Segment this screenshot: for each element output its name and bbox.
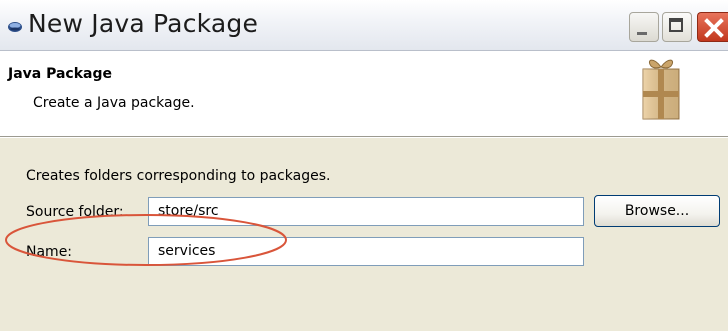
- source-folder-input[interactable]: store/src: [148, 197, 584, 226]
- name-input[interactable]: services: [148, 237, 584, 266]
- close-icon: [704, 18, 724, 38]
- banner-title: Java Package: [8, 66, 113, 82]
- window-title: New Java Package: [28, 9, 259, 38]
- title-bar[interactable]: New Java Package: [0, 0, 728, 51]
- minimize-icon: [637, 32, 647, 35]
- banner-description: Create a Java package.: [33, 95, 195, 111]
- java-package-icon: [8, 22, 22, 32]
- name-label: Name:: [26, 244, 73, 260]
- form-body: Creates folders corresponding to package…: [0, 137, 728, 331]
- browse-button[interactable]: Browse...: [594, 195, 720, 227]
- source-folder-label: Source folder:: [26, 204, 124, 220]
- maximize-button[interactable]: [662, 12, 692, 42]
- header-banner: Java Package Create a Java package.: [0, 51, 728, 137]
- minimize-button[interactable]: [629, 12, 659, 42]
- package-box-icon: [642, 59, 680, 120]
- close-button[interactable]: [697, 12, 728, 42]
- form-intro-text: Creates folders corresponding to package…: [26, 168, 331, 184]
- new-java-package-dialog: New Java Package Java Package Create a J…: [0, 0, 728, 331]
- maximize-icon: [669, 18, 683, 32]
